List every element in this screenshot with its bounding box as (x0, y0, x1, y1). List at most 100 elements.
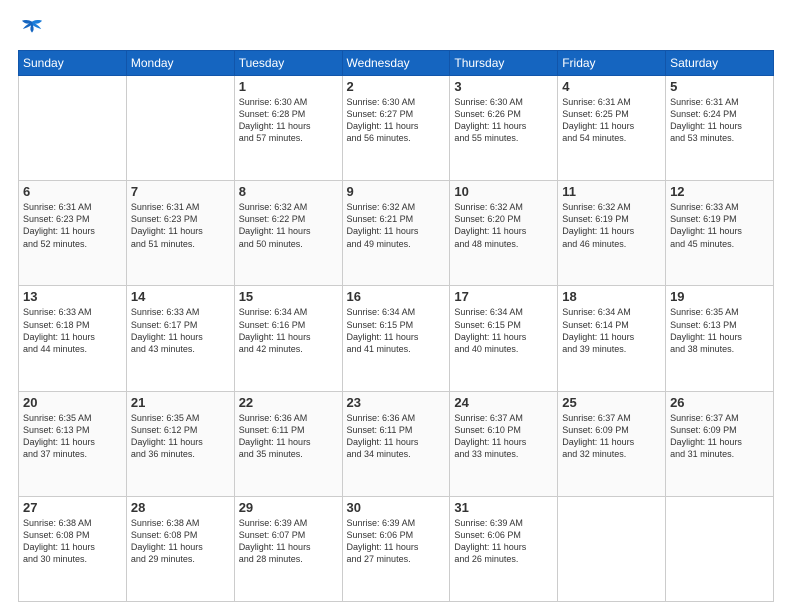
day-number: 6 (23, 184, 122, 199)
day-number: 20 (23, 395, 122, 410)
day-number: 17 (454, 289, 553, 304)
calendar-cell: 16 Sunrise: 6:34 AM Sunset: 6:15 PM Dayli… (342, 286, 450, 391)
header (18, 18, 774, 40)
calendar-cell: 27 Sunrise: 6:38 AM Sunset: 6:08 PM Dayli… (19, 496, 127, 601)
calendar-cell (126, 76, 234, 181)
day-info: Sunrise: 6:38 AM Sunset: 6:08 PM Dayligh… (131, 517, 230, 566)
day-info: Sunrise: 6:33 AM Sunset: 6:19 PM Dayligh… (670, 201, 769, 250)
day-header-thursday: Thursday (450, 51, 558, 76)
day-number: 3 (454, 79, 553, 94)
calendar-cell: 18 Sunrise: 6:34 AM Sunset: 6:14 PM Dayli… (558, 286, 666, 391)
day-number: 10 (454, 184, 553, 199)
day-number: 7 (131, 184, 230, 199)
day-info: Sunrise: 6:31 AM Sunset: 6:24 PM Dayligh… (670, 96, 769, 145)
day-number: 27 (23, 500, 122, 515)
day-header-saturday: Saturday (666, 51, 774, 76)
day-info: Sunrise: 6:34 AM Sunset: 6:16 PM Dayligh… (239, 306, 338, 355)
logo-bird-icon (18, 18, 46, 40)
day-info: Sunrise: 6:30 AM Sunset: 6:26 PM Dayligh… (454, 96, 553, 145)
day-info: Sunrise: 6:35 AM Sunset: 6:13 PM Dayligh… (23, 412, 122, 461)
day-number: 5 (670, 79, 769, 94)
calendar-cell: 24 Sunrise: 6:37 AM Sunset: 6:10 PM Dayli… (450, 391, 558, 496)
day-info: Sunrise: 6:39 AM Sunset: 6:06 PM Dayligh… (454, 517, 553, 566)
day-info: Sunrise: 6:36 AM Sunset: 6:11 PM Dayligh… (347, 412, 446, 461)
day-header-sunday: Sunday (19, 51, 127, 76)
day-number: 30 (347, 500, 446, 515)
calendar-cell: 30 Sunrise: 6:39 AM Sunset: 6:06 PM Dayli… (342, 496, 450, 601)
day-number: 12 (670, 184, 769, 199)
calendar-cell: 29Sunrise: 6:39 AM Sunset: 6:07 PM Dayli… (234, 496, 342, 601)
day-info: Sunrise: 6:31 AM Sunset: 6:25 PM Dayligh… (562, 96, 661, 145)
day-number: 25 (562, 395, 661, 410)
calendar-cell: 5 Sunrise: 6:31 AM Sunset: 6:24 PM Daylig… (666, 76, 774, 181)
day-number: 22 (239, 395, 338, 410)
page: SundayMondayTuesdayWednesdayThursdayFrid… (0, 0, 792, 612)
day-number: 2 (347, 79, 446, 94)
day-number: 28 (131, 500, 230, 515)
calendar-cell: 6 Sunrise: 6:31 AM Sunset: 6:23 PM Daylig… (19, 181, 127, 286)
day-info: Sunrise: 6:32 AM Sunset: 6:21 PM Dayligh… (347, 201, 446, 250)
calendar-cell: 9 Sunrise: 6:32 AM Sunset: 6:21 PM Daylig… (342, 181, 450, 286)
day-info: Sunrise: 6:39 AM Sunset: 6:07 PM Dayligh… (239, 517, 338, 566)
calendar-cell: 25 Sunrise: 6:37 AM Sunset: 6:09 PM Dayli… (558, 391, 666, 496)
calendar-cell: 22 Sunrise: 6:36 AM Sunset: 6:11 PM Dayli… (234, 391, 342, 496)
day-number: 8 (239, 184, 338, 199)
calendar-cell: 2 Sunrise: 6:30 AM Sunset: 6:27 PM Daylig… (342, 76, 450, 181)
calendar-cell (558, 496, 666, 601)
calendar-cell: 17Sunrise: 6:34 AM Sunset: 6:15 PM Dayli… (450, 286, 558, 391)
day-info: Sunrise: 6:34 AM Sunset: 6:15 PM Dayligh… (347, 306, 446, 355)
day-info: Sunrise: 6:36 AM Sunset: 6:11 PM Dayligh… (239, 412, 338, 461)
day-number: 31 (454, 500, 553, 515)
day-info: Sunrise: 6:31 AM Sunset: 6:23 PM Dayligh… (131, 201, 230, 250)
calendar-cell: 15 Sunrise: 6:34 AM Sunset: 6:16 PM Dayli… (234, 286, 342, 391)
calendar-cell: 31 Sunrise: 6:39 AM Sunset: 6:06 PM Dayli… (450, 496, 558, 601)
calendar-cell: 10 Sunrise: 6:32 AM Sunset: 6:20 PM Dayli… (450, 181, 558, 286)
calendar-cell (666, 496, 774, 601)
day-number: 15 (239, 289, 338, 304)
day-info: Sunrise: 6:35 AM Sunset: 6:12 PM Dayligh… (131, 412, 230, 461)
day-info: Sunrise: 6:37 AM Sunset: 6:09 PM Dayligh… (562, 412, 661, 461)
day-info: Sunrise: 6:37 AM Sunset: 6:09 PM Dayligh… (670, 412, 769, 461)
week-row-4: 20 Sunrise: 6:35 AM Sunset: 6:13 PM Dayli… (19, 391, 774, 496)
day-info: Sunrise: 6:35 AM Sunset: 6:13 PM Dayligh… (670, 306, 769, 355)
calendar-cell: 23 Sunrise: 6:36 AM Sunset: 6:11 PM Dayli… (342, 391, 450, 496)
calendar-cell: 3 Sunrise: 6:30 AM Sunset: 6:26 PM Daylig… (450, 76, 558, 181)
day-info: Sunrise: 6:33 AM Sunset: 6:18 PM Dayligh… (23, 306, 122, 355)
week-row-5: 27 Sunrise: 6:38 AM Sunset: 6:08 PM Dayli… (19, 496, 774, 601)
day-number: 18 (562, 289, 661, 304)
day-number: 24 (454, 395, 553, 410)
week-row-2: 6 Sunrise: 6:31 AM Sunset: 6:23 PM Daylig… (19, 181, 774, 286)
day-header-monday: Monday (126, 51, 234, 76)
calendar-cell: 7 Sunrise: 6:31 AM Sunset: 6:23 PM Daylig… (126, 181, 234, 286)
calendar-cell: 1Sunrise: 6:30 AM Sunset: 6:28 PM Daylig… (234, 76, 342, 181)
day-number: 4 (562, 79, 661, 94)
day-header-wednesday: Wednesday (342, 51, 450, 76)
day-number: 16 (347, 289, 446, 304)
day-info: Sunrise: 6:33 AM Sunset: 6:17 PM Dayligh… (131, 306, 230, 355)
calendar-cell: 4 Sunrise: 6:31 AM Sunset: 6:25 PM Daylig… (558, 76, 666, 181)
calendar-header-row: SundayMondayTuesdayWednesdayThursdayFrid… (19, 51, 774, 76)
day-number: 14 (131, 289, 230, 304)
day-info: Sunrise: 6:38 AM Sunset: 6:08 PM Dayligh… (23, 517, 122, 566)
week-row-1: 1Sunrise: 6:30 AM Sunset: 6:28 PM Daylig… (19, 76, 774, 181)
logo (18, 18, 50, 40)
day-header-friday: Friday (558, 51, 666, 76)
calendar-cell: 13Sunrise: 6:33 AM Sunset: 6:18 PM Dayli… (19, 286, 127, 391)
day-number: 23 (347, 395, 446, 410)
calendar-cell: 21Sunrise: 6:35 AM Sunset: 6:12 PM Dayli… (126, 391, 234, 496)
day-info: Sunrise: 6:30 AM Sunset: 6:27 PM Dayligh… (347, 96, 446, 145)
day-info: Sunrise: 6:39 AM Sunset: 6:06 PM Dayligh… (347, 517, 446, 566)
calendar-cell (19, 76, 127, 181)
day-number: 19 (670, 289, 769, 304)
day-info: Sunrise: 6:37 AM Sunset: 6:10 PM Dayligh… (454, 412, 553, 461)
calendar-cell: 11Sunrise: 6:32 AM Sunset: 6:19 PM Dayli… (558, 181, 666, 286)
day-info: Sunrise: 6:31 AM Sunset: 6:23 PM Dayligh… (23, 201, 122, 250)
calendar-cell: 12 Sunrise: 6:33 AM Sunset: 6:19 PM Dayli… (666, 181, 774, 286)
day-number: 1 (239, 79, 338, 94)
day-info: Sunrise: 6:32 AM Sunset: 6:20 PM Dayligh… (454, 201, 553, 250)
day-info: Sunrise: 6:34 AM Sunset: 6:14 PM Dayligh… (562, 306, 661, 355)
calendar-cell: 26Sunrise: 6:37 AM Sunset: 6:09 PM Dayli… (666, 391, 774, 496)
day-number: 9 (347, 184, 446, 199)
calendar-cell: 8Sunrise: 6:32 AM Sunset: 6:22 PM Daylig… (234, 181, 342, 286)
day-header-tuesday: Tuesday (234, 51, 342, 76)
